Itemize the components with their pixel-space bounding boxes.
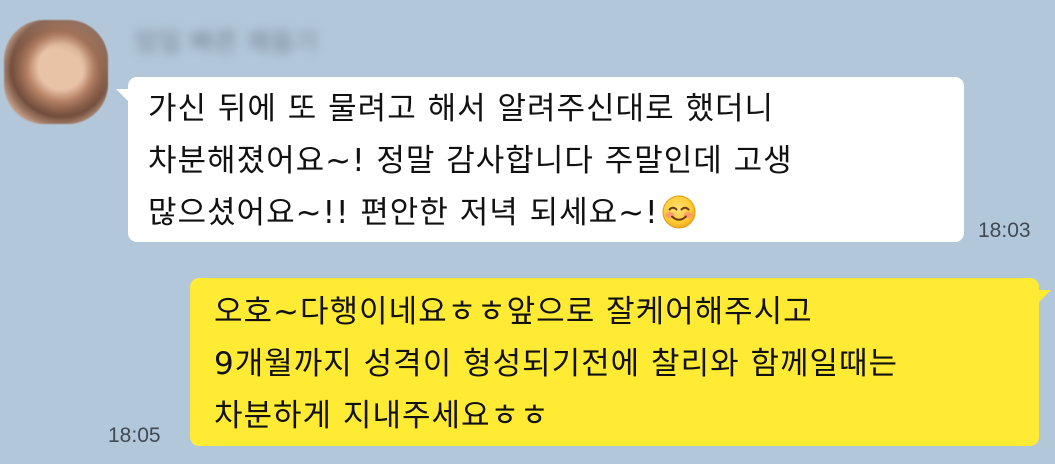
received-message-line: 많으셨어요~!! 편안한 저녁 되세요~!	[148, 187, 964, 246]
sent-message-bubble[interactable]: 오호~다행이네요ㅎㅎ앞으로 잘케어해주시고 9개월까지 성격이 형성되기전에 찰…	[190, 278, 1051, 446]
sent-message-line: 차분하게 지내주세요ㅎㅎ	[214, 398, 550, 434]
received-message-text: 많으셨어요~!! 편안한 저녁 되세요~!	[148, 195, 659, 231]
sent-message-line: 9개월까지 성격이 형성되기전에 찰리와 함께일때는	[214, 346, 899, 382]
sent-message-time: 18:05	[108, 424, 161, 447]
received-message-bubble[interactable]: 가신 뒤에 또 물려고 해서 알려주신대로 했더니 차분해졌어요~! 정말 감사…	[116, 77, 964, 242]
sender-name: 띵일 빠른 꽤들기	[134, 28, 318, 58]
sender-avatar[interactable]	[4, 20, 108, 124]
received-message-time: 18:03	[978, 219, 1031, 242]
received-message-line: 차분해졌어요~! 정말 감사합니다 주말인데 고생	[148, 143, 793, 179]
sent-message-line: 오호~다행이네요ㅎㅎ앞으로 잘케어해주시고	[214, 294, 813, 330]
received-message-line: 가신 뒤에 또 물려고 해서 알려주신대로 했더니	[148, 91, 775, 127]
smiling-face-with-blush-icon	[661, 194, 697, 246]
